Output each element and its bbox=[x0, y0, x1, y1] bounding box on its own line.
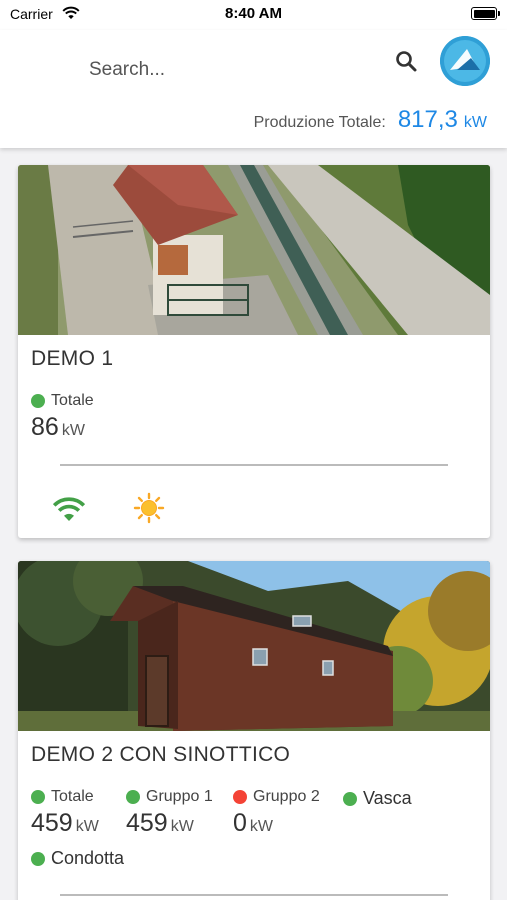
metric-number: 0 bbox=[233, 809, 247, 837]
app-header: Produzione Totale: 817,3 kW bbox=[0, 30, 507, 148]
card-divider bbox=[60, 894, 448, 896]
metric-totale: Totale 86 kW bbox=[31, 392, 94, 442]
status-bar: Carrier 8:40 AM bbox=[0, 0, 507, 30]
wifi-icon bbox=[52, 495, 86, 528]
plant-photo bbox=[18, 165, 490, 335]
plant-title: DEMO 2 CON SINOTTICO bbox=[31, 743, 291, 766]
metric-label: Gruppo 2 bbox=[253, 788, 320, 805]
card-divider bbox=[60, 464, 448, 466]
metric-condotta: Condotta bbox=[31, 848, 124, 869]
status-dot-error bbox=[233, 790, 247, 804]
metric-value: 0 kW bbox=[233, 809, 320, 838]
profile-avatar[interactable] bbox=[440, 36, 490, 86]
metric-gruppo-2: Gruppo 2 0 kW bbox=[233, 788, 320, 838]
sun-icon bbox=[133, 492, 165, 529]
clock-label: 8:40 AM bbox=[225, 5, 282, 22]
plant-card-demo-1[interactable]: DEMO 1 Totale 86 kW bbox=[18, 165, 490, 538]
metric-label: Totale bbox=[51, 392, 94, 409]
metric-name: Gruppo 1 bbox=[126, 788, 213, 806]
status-dot-ok bbox=[31, 851, 45, 866]
battery-icon bbox=[471, 7, 500, 20]
metric-unit: kW bbox=[75, 818, 99, 835]
metric-name: Totale bbox=[31, 788, 99, 806]
app-screen: Carrier 8:40 AM Search... Produzione Tot… bbox=[0, 0, 507, 900]
status-dot-ok bbox=[343, 791, 357, 806]
total-production-unit: kW bbox=[463, 114, 487, 131]
plant-title: DEMO 1 bbox=[31, 347, 114, 370]
plant-photo bbox=[18, 561, 490, 731]
search-icon[interactable] bbox=[393, 48, 421, 76]
metric-name: Vasca bbox=[343, 788, 412, 809]
status-dot-ok bbox=[31, 790, 45, 804]
metric-name: Condotta bbox=[31, 848, 124, 869]
plant-card-demo-2[interactable]: DEMO 2 CON SINOTTICO Totale 459 kW Gruppo… bbox=[18, 561, 490, 900]
metric-label: Gruppo 1 bbox=[146, 788, 213, 805]
metric-value: 459 kW bbox=[126, 809, 213, 838]
search-input[interactable] bbox=[89, 56, 369, 84]
total-production-value: 817,3 bbox=[397, 106, 458, 133]
metric-vasca: Vasca bbox=[343, 788, 412, 809]
metric-totale: Totale 459 kW bbox=[31, 788, 99, 838]
metric-label: Condotta bbox=[51, 848, 125, 868]
metric-unit: kW bbox=[170, 818, 194, 835]
status-dot-ok bbox=[126, 790, 140, 804]
total-production: Produzione Totale: 817,3 kW bbox=[254, 106, 487, 134]
metric-number: 459 bbox=[126, 809, 168, 837]
metric-number: 459 bbox=[31, 809, 73, 837]
metric-number: 86 bbox=[31, 413, 59, 441]
metric-label: Totale bbox=[51, 788, 94, 805]
status-dot-ok bbox=[31, 394, 45, 408]
metric-name: Gruppo 2 bbox=[233, 788, 320, 806]
metric-gruppo-1: Gruppo 1 459 kW bbox=[126, 788, 213, 838]
metric-value: 86 kW bbox=[31, 413, 94, 442]
metric-label: Vasca bbox=[363, 788, 412, 808]
metric-value: 459 kW bbox=[31, 809, 99, 838]
total-production-label: Produzione Totale: bbox=[253, 114, 386, 131]
metric-name: Totale bbox=[31, 392, 94, 410]
metric-unit: kW bbox=[249, 818, 274, 835]
metric-unit: kW bbox=[61, 422, 85, 439]
